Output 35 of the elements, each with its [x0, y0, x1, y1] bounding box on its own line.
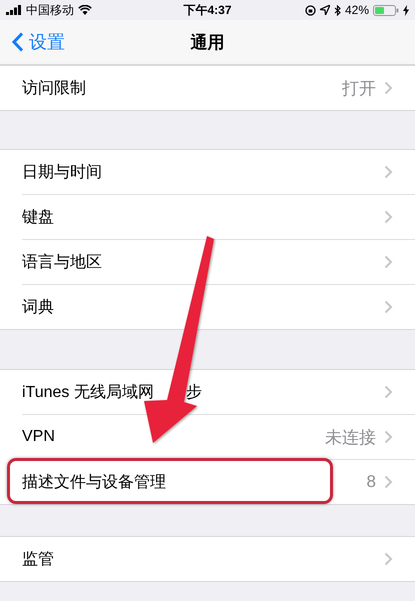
chevron-icon [384, 475, 393, 489]
row-label: 语言与地区 [22, 252, 102, 272]
chevron-icon [384, 81, 393, 95]
carrier-name: 中国移动 [26, 2, 74, 18]
bluetooth-icon [334, 4, 341, 16]
chevron-icon [384, 552, 393, 566]
row-label: 词典 [22, 298, 54, 318]
back-button[interactable]: 设置 [0, 30, 65, 54]
orientation-lock-icon [304, 4, 316, 16]
row-label: 监管 [22, 550, 54, 570]
row-label-fragment: 步 [186, 382, 202, 402]
battery-icon [373, 4, 399, 16]
charging-icon [403, 4, 409, 16]
location-icon [320, 5, 330, 15]
chevron-icon [384, 430, 393, 444]
row-label: 描述文件与设备管理 [22, 472, 166, 492]
row-label: iTunes 无线局域网 [22, 382, 154, 402]
chevron-icon [384, 165, 393, 179]
chevron-icon [384, 210, 393, 224]
status-time: 下午4:37 [183, 2, 232, 16]
nav-title: 通用 [190, 32, 224, 52]
chevron-icon [384, 385, 393, 399]
row-value: 8 [366, 472, 376, 492]
row-value: 打开 [342, 78, 376, 100]
row-label: VPN [22, 428, 55, 446]
chevron-icon [384, 300, 393, 314]
battery-percent: 42% [344, 3, 369, 17]
chevron-icon [384, 255, 393, 269]
row-label: 键盘 [22, 208, 54, 228]
row-label: 日期与时间 [22, 162, 102, 182]
row-value: 未连接 [325, 426, 376, 448]
signal-icon [6, 5, 22, 15]
wifi-icon [78, 5, 92, 15]
back-chevron-icon [12, 32, 24, 52]
row-label: 访问限制 [22, 78, 86, 98]
